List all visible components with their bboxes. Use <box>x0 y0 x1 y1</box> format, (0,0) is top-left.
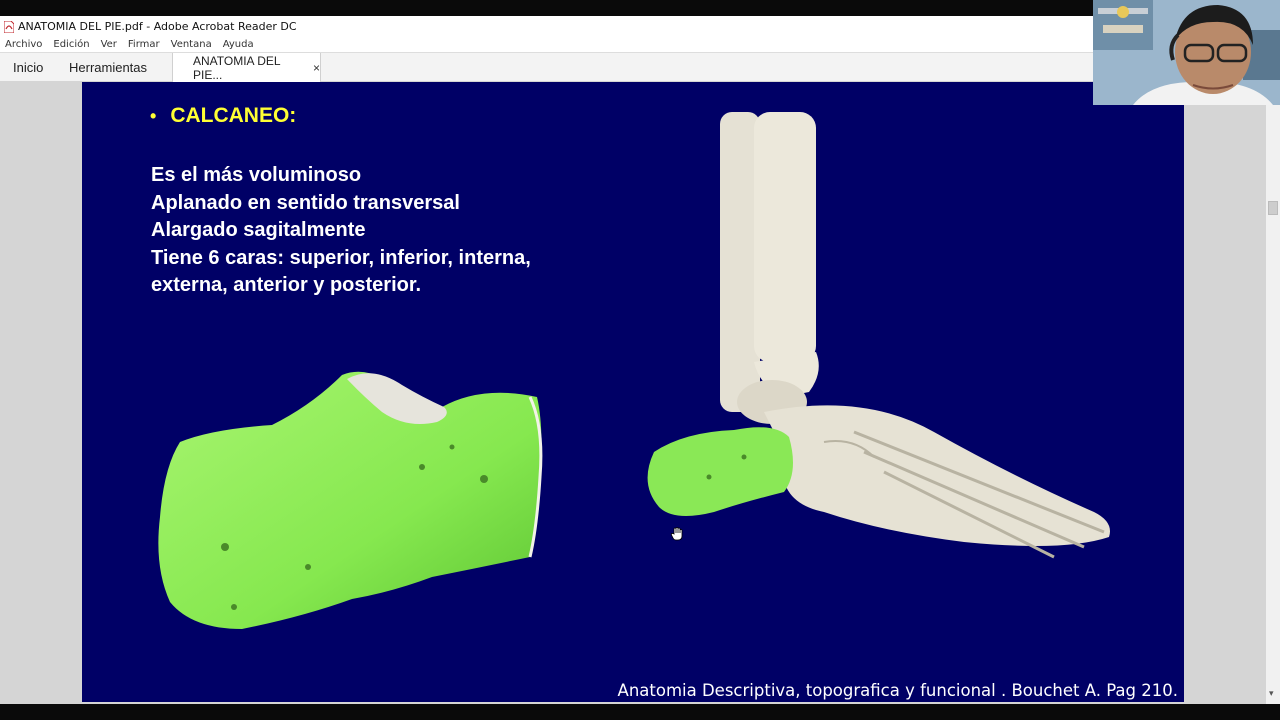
vertical-scrollbar[interactable]: ▾ <box>1266 82 1280 704</box>
body-line: Alargado sagitalmente <box>151 219 366 241</box>
tab-herramientas[interactable]: Herramientas <box>69 53 147 82</box>
body-line: Tiene 6 caras: superior, inferior, inter… <box>151 246 531 269</box>
pdf-icon <box>3 20 15 34</box>
menu-firmar[interactable]: Firmar <box>128 39 160 50</box>
menu-ver[interactable]: Ver <box>101 39 117 50</box>
slide-body: Es el más voluminoso Aplanado en sentido… <box>151 162 611 300</box>
chevron-down-icon[interactable]: ▾ <box>1269 688 1274 699</box>
window-title: ANATOMIA DEL PIE.pdf - Adobe Acrobat Rea… <box>18 19 297 33</box>
calcaneus-bone-image <box>158 371 543 629</box>
top-black-bar <box>0 0 1280 16</box>
tab-document[interactable]: ANATOMIA DEL PIE... × <box>172 53 321 83</box>
bottom-black-bar <box>0 704 1280 720</box>
hand-cursor-icon <box>671 527 683 541</box>
presenter-video <box>1093 0 1280 105</box>
body-line: externa, anterior y posterior. <box>151 274 422 296</box>
menu-edicion[interactable]: Edición <box>53 39 89 50</box>
close-icon[interactable]: × <box>313 61 320 75</box>
body-line: Aplanado en sentido transversal <box>151 191 460 214</box>
tab-inicio[interactable]: Inicio <box>13 53 43 82</box>
menu-ayuda[interactable]: Ayuda <box>223 39 254 50</box>
body-line: Es el más voluminoso <box>151 164 362 186</box>
tab-document-label: ANATOMIA DEL PIE... <box>193 54 281 82</box>
screen: ANATOMIA DEL PIE.pdf - Adobe Acrobat Rea… <box>0 0 1280 720</box>
bullet-point: • <box>150 105 157 126</box>
window-titlebar: ANATOMIA DEL PIE.pdf - Adobe Acrobat Rea… <box>0 16 1280 36</box>
slide-heading: CALCANEO: <box>170 104 297 127</box>
pdf-page-slide: • CALCANEO: Es el más voluminoso Aplanad… <box>82 82 1184 702</box>
foot-skeleton-image <box>647 112 1110 559</box>
slide-caption: Anatomia Descriptiva, topografica y func… <box>617 681 1178 700</box>
tab-bar: Inicio Herramientas ANATOMIA DEL PIE... … <box>0 52 1280 83</box>
menu-bar: Archivo Edición Ver Firmar Ventana Ayuda <box>0 36 1280 52</box>
menu-archivo[interactable]: Archivo <box>5 39 42 50</box>
heading-row: • CALCANEO: <box>150 104 296 128</box>
webcam-overlay <box>1093 0 1280 105</box>
menu-ventana[interactable]: Ventana <box>171 39 212 50</box>
scrollbar-thumb[interactable] <box>1268 201 1278 215</box>
